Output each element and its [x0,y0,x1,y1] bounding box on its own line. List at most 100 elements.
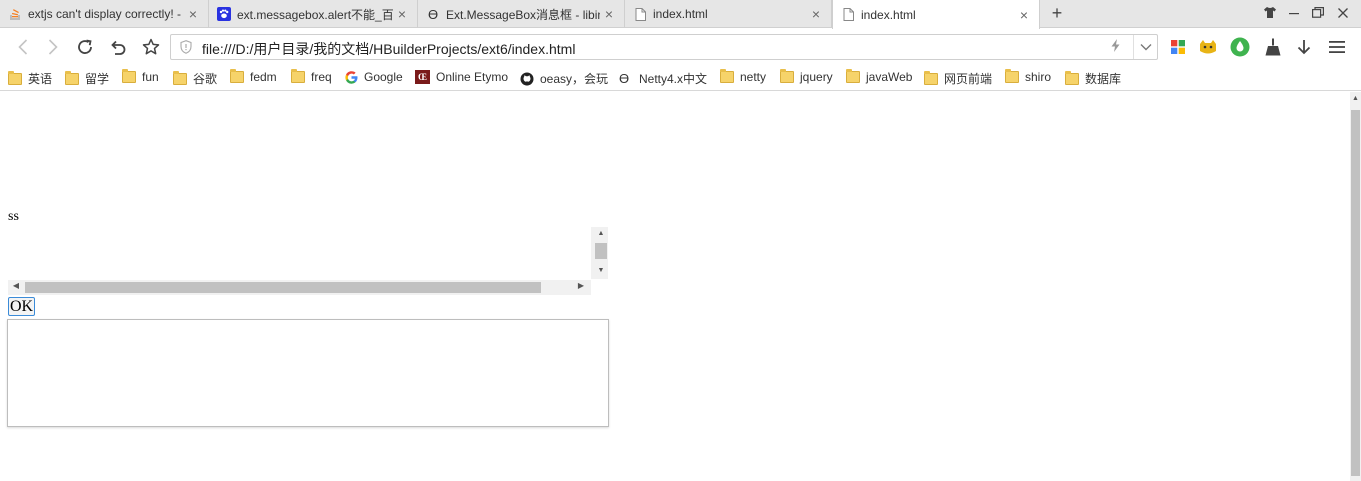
page-scrollbar[interactable]: ▲ [1350,92,1361,481]
baidu-paw-icon [217,7,231,21]
bookmark-label: fedm [250,70,277,84]
bookmark-item[interactable]: fun [122,69,159,84]
bookmark-label: 留学 [85,72,110,86]
back-icon[interactable] [13,37,33,57]
close-icon[interactable]: × [1015,7,1033,23]
browser-toolbar: file:///D:/用户目录/我的文档/HBuilderProjects/ex… [0,29,1361,65]
stackoverflow-icon [8,7,22,21]
folder-icon [8,70,22,85]
omega-icon: ϴ [427,6,439,22]
tab-title: Ext.MessageBox消息框 - libin [446,7,600,22]
bookmark-label: shiro [1025,70,1052,84]
bookmark-item[interactable]: freq [291,69,332,84]
folder-icon [846,69,860,83]
tab-5-active[interactable]: index.html × [832,0,1040,29]
folder-icon [924,70,938,85]
lightning-icon[interactable] [1111,39,1120,55]
close-icon[interactable]: × [184,6,202,22]
folder-icon [1065,70,1079,85]
page-text: ss [8,209,19,224]
menu-icon[interactable] [1327,37,1347,57]
bookmark-item[interactable]: 英语 [8,70,52,87]
bookmark-label: netty [740,70,767,84]
bookmark-label: Google [364,70,403,84]
scroll-up-arrow-icon[interactable]: ▲ [1351,95,1360,102]
undo-close-tab-icon[interactable] [108,37,128,57]
ok-button[interactable]: OK [8,297,36,316]
bookmark-item[interactable]: shiro [1005,69,1052,84]
bookmark-item[interactable]: 网页前端 [924,70,992,87]
bookmark-label: 谷歌 [193,72,218,86]
chevron-down-icon[interactable] [1133,35,1157,59]
bookmark-item[interactable]: ϴ Netty4.x中文 [619,70,707,87]
bookmark-item[interactable]: 数据库 [1065,70,1121,87]
folder-icon [291,69,305,83]
folder-icon [173,70,187,85]
download-icon[interactable] [1294,37,1314,57]
folder-icon [1005,69,1019,83]
horizontal-scrollbar[interactable]: ◀ ▶ [8,280,591,295]
bookmarks-bar: 英语 留学 fun 谷歌 fedm freq Google Œ Online E… [0,65,1361,91]
apps-grid-icon[interactable] [1168,37,1188,57]
close-icon[interactable]: × [393,6,411,22]
scroll-right-arrow-icon[interactable]: ▶ [575,281,587,290]
close-icon[interactable]: × [807,6,825,22]
scroll-thumb[interactable] [595,243,607,259]
bookmark-label: freq [311,70,332,84]
tab-4[interactable]: index.html × [625,0,832,28]
scroll-thumb[interactable] [25,282,541,293]
bookmark-item[interactable]: 留学 [65,70,109,87]
etymonline-icon: Œ [415,70,430,84]
minimize-icon[interactable] [1283,6,1305,22]
close-icon[interactable]: × [600,6,618,22]
bookmark-label: Netty4.x中文 [639,72,708,86]
tmall-cat-icon[interactable] [1198,37,1218,57]
bookmark-item[interactable]: Google [345,70,403,84]
folder-icon [780,69,794,83]
tab-title: extjs can't display correctly! - [28,7,182,21]
bookmark-star-icon[interactable] [141,37,161,57]
page-content: ss ▲ ▼ ◀ ▶ OK [0,92,1350,481]
bookmark-label: 网页前端 [944,72,993,86]
tab-2[interactable]: ext.messagebox.alert不能_百度 × [209,0,418,28]
tab-1[interactable]: extjs can't display correctly! - × [0,0,209,28]
bookmark-item[interactable]: 谷歌 [173,70,217,87]
folder-icon [122,69,136,83]
message-scroll-area[interactable]: ▲ ▼ ◀ ▶ [8,227,608,297]
url-text[interactable]: file:///D:/用户目录/我的文档/HBuilderProjects/ex… [202,39,575,59]
scroll-down-arrow-icon[interactable]: ▼ [595,266,607,274]
folder-icon [720,69,734,83]
reload-icon[interactable] [75,37,95,57]
tab-title: index.html [653,7,708,21]
folder-icon [65,70,79,85]
scroll-left-arrow-icon[interactable]: ◀ [10,281,22,290]
scroll-up-arrow-icon[interactable]: ▲ [595,229,607,237]
new-tab-icon[interactable]: + [1047,4,1067,23]
tab-title: index.html [861,7,916,22]
water-drop-icon[interactable] [1230,37,1250,57]
bookmark-label: Online Etymo [436,70,509,84]
skin-shirt-icon[interactable] [1259,6,1281,22]
bookmark-item[interactable]: oeasy，会玩 [520,70,608,87]
vertical-scrollbar[interactable]: ▲ ▼ [591,227,608,279]
tab-3[interactable]: ϴ Ext.MessageBox消息框 - libin × [418,0,625,28]
bookmark-label: javaWeb [866,70,913,84]
shield-icon [180,40,194,54]
folder-icon [230,69,244,83]
maximize-icon[interactable] [1307,6,1329,22]
google-icon [345,70,358,84]
tab-strip: extjs can't display correctly! - × ext.m… [0,0,1361,29]
broom-icon[interactable] [1263,37,1283,57]
bookmark-item[interactable]: netty [720,69,767,84]
text-area[interactable] [7,319,609,427]
bookmark-item[interactable]: javaWeb [846,69,913,84]
tab-title: ext.messagebox.alert不能_百度 [237,7,393,22]
bookmark-item[interactable]: Œ Online Etymo [415,70,508,84]
close-window-icon[interactable] [1332,6,1354,22]
bookmark-label: oeasy，会玩 [540,72,609,86]
scroll-thumb[interactable] [1351,110,1360,476]
address-bar[interactable]: file:///D:/用户目录/我的文档/HBuilderProjects/ex… [170,34,1158,60]
bookmark-item[interactable]: fedm [230,69,277,84]
bookmark-item[interactable]: jquery [780,69,833,84]
forward-icon[interactable] [43,37,63,57]
